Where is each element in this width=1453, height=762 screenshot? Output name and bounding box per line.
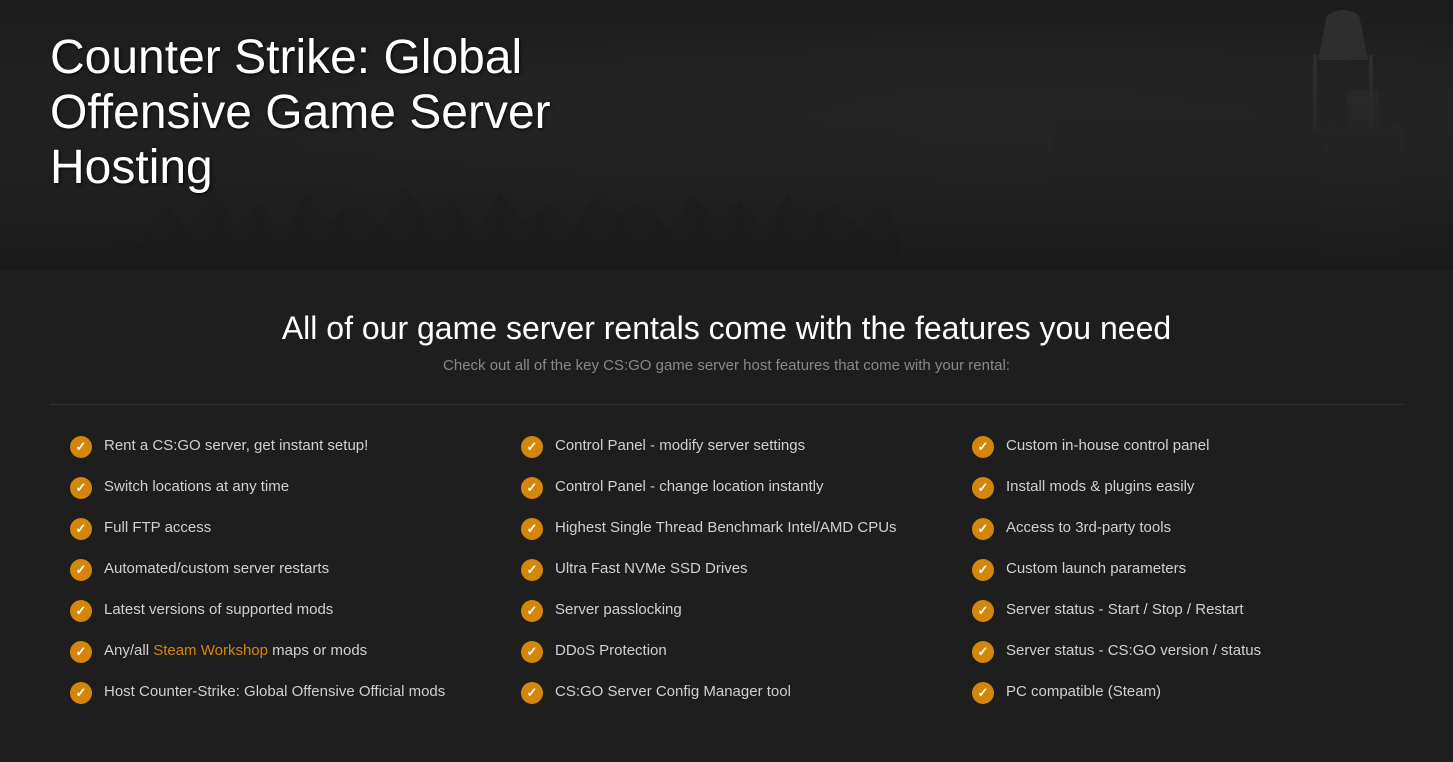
check-icon	[70, 477, 92, 499]
feature-text: DDoS Protection	[555, 640, 667, 661]
list-item: CS:GO Server Config Manager tool	[521, 681, 932, 704]
feature-text: Server status - CS:GO version / status	[1006, 640, 1261, 661]
check-icon	[70, 682, 92, 704]
feature-text: Latest versions of supported mods	[104, 599, 333, 620]
check-icon	[521, 682, 543, 704]
hero-section: Counter Strike: Global Offensive Game Se…	[0, 0, 1453, 270]
list-item: Control Panel - modify server settings	[521, 435, 932, 458]
check-icon	[521, 600, 543, 622]
feature-text: Control Panel - modify server settings	[555, 435, 805, 456]
feature-text: Highest Single Thread Benchmark Intel/AM…	[555, 517, 897, 538]
features-title: All of our game server rentals come with…	[50, 310, 1403, 347]
feature-text: Custom launch parameters	[1006, 558, 1186, 579]
features-section: All of our game server rentals come with…	[0, 270, 1453, 762]
check-icon	[972, 641, 994, 663]
features-header: All of our game server rentals come with…	[50, 310, 1403, 374]
feature-text: Switch locations at any time	[104, 476, 289, 497]
check-icon	[972, 518, 994, 540]
features-column-1: Rent a CS:GO server, get instant setup! …	[50, 435, 501, 722]
check-icon	[521, 477, 543, 499]
check-icon	[972, 600, 994, 622]
feature-text: Automated/custom server restarts	[104, 558, 329, 579]
list-item: Full FTP access	[70, 517, 481, 540]
list-item: Host Counter-Strike: Global Offensive Of…	[70, 681, 481, 704]
check-icon	[70, 559, 92, 581]
check-icon	[521, 518, 543, 540]
list-item: Server passlocking	[521, 599, 932, 622]
check-icon	[521, 641, 543, 663]
check-icon	[972, 682, 994, 704]
hero-title: Counter Strike: Global Offensive Game Se…	[50, 30, 650, 196]
check-icon	[70, 600, 92, 622]
list-item: PC compatible (Steam)	[972, 681, 1383, 704]
feature-text: Ultra Fast NVMe SSD Drives	[555, 558, 748, 579]
list-item: Server status - Start / Stop / Restart	[972, 599, 1383, 622]
list-item: Access to 3rd-party tools	[972, 517, 1383, 540]
features-grid: Rent a CS:GO server, get instant setup! …	[50, 435, 1403, 722]
check-icon	[521, 436, 543, 458]
feature-text: Access to 3rd-party tools	[1006, 517, 1171, 538]
steam-workshop-link[interactable]: Steam Workshop	[153, 642, 268, 659]
features-subtitle: Check out all of the key CS:GO game serv…	[50, 357, 1403, 374]
check-icon	[70, 518, 92, 540]
feature-text: Server passlocking	[555, 599, 682, 620]
list-item: DDoS Protection	[521, 640, 932, 663]
check-icon	[70, 641, 92, 663]
section-divider	[50, 404, 1403, 405]
list-item: Latest versions of supported mods	[70, 599, 481, 622]
list-item: Switch locations at any time	[70, 476, 481, 499]
list-item: Any/all Steam Workshop maps or mods	[70, 640, 481, 663]
feature-text: Custom in-house control panel	[1006, 435, 1209, 456]
water-tower-top	[1318, 10, 1368, 60]
check-icon	[972, 559, 994, 581]
list-item: Custom in-house control panel	[972, 435, 1383, 458]
list-item: Automated/custom server restarts	[70, 558, 481, 581]
feature-text: Host Counter-Strike: Global Offensive Of…	[104, 681, 445, 702]
list-item: Ultra Fast NVMe SSD Drives	[521, 558, 932, 581]
check-icon	[70, 436, 92, 458]
feature-text: CS:GO Server Config Manager tool	[555, 681, 791, 702]
list-item: Custom launch parameters	[972, 558, 1383, 581]
feature-text: Rent a CS:GO server, get instant setup!	[104, 435, 368, 456]
features-column-3: Custom in-house control panel Install mo…	[952, 435, 1403, 722]
feature-text: Control Panel - change location instantl…	[555, 476, 824, 497]
check-icon	[972, 477, 994, 499]
list-item: Server status - CS:GO version / status	[972, 640, 1383, 663]
list-item: Highest Single Thread Benchmark Intel/AM…	[521, 517, 932, 540]
feature-text: Any/all Steam Workshop maps or mods	[104, 640, 367, 661]
list-item: Rent a CS:GO server, get instant setup!	[70, 435, 481, 458]
feature-text: Install mods & plugins easily	[1006, 476, 1194, 497]
check-icon	[521, 559, 543, 581]
feature-text: Full FTP access	[104, 517, 211, 538]
feature-text: PC compatible (Steam)	[1006, 681, 1161, 702]
feature-text: Server status - Start / Stop / Restart	[1006, 599, 1244, 620]
list-item: Install mods & plugins easily	[972, 476, 1383, 499]
features-column-2: Control Panel - modify server settings C…	[501, 435, 952, 722]
list-item: Control Panel - change location instantl…	[521, 476, 932, 499]
check-icon	[972, 436, 994, 458]
